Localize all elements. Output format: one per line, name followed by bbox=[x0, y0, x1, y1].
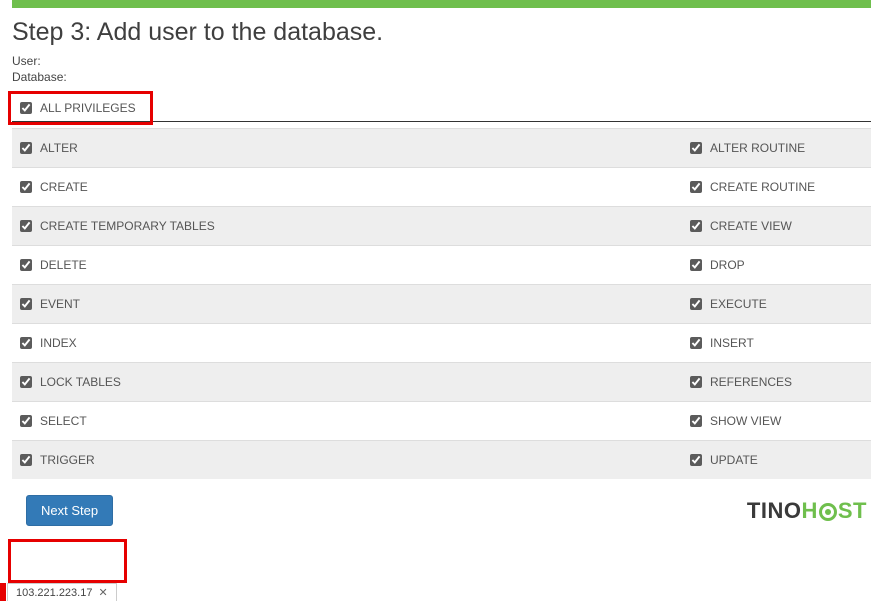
privilege-checkbox[interactable] bbox=[690, 454, 702, 466]
privileges-table: ALTERALTER ROUTINECREATECREATE ROUTINECR… bbox=[12, 128, 871, 479]
user-label: User: bbox=[12, 54, 41, 68]
privilege-checkbox[interactable] bbox=[690, 298, 702, 310]
page-title: Step 3: Add user to the database. bbox=[12, 18, 871, 47]
privilege-label: INSERT bbox=[710, 336, 754, 350]
privilege-cell-right: CREATE VIEW bbox=[682, 207, 871, 245]
privilege-label: SHOW VIEW bbox=[710, 414, 781, 428]
privilege-label: TRIGGER bbox=[40, 453, 95, 467]
privilege-cell-left: ALTER bbox=[12, 129, 682, 167]
privilege-label: REFERENCES bbox=[710, 375, 792, 389]
privilege-cell-right: ALTER ROUTINE bbox=[682, 129, 871, 167]
meta-block: User: Database: bbox=[12, 53, 871, 85]
privilege-checkbox[interactable] bbox=[690, 181, 702, 193]
privilege-label: DROP bbox=[710, 258, 745, 272]
brand-o-icon bbox=[819, 503, 837, 521]
privilege-cell-left: SELECT bbox=[12, 402, 682, 440]
privilege-cell-left: DELETE bbox=[12, 246, 682, 284]
table-row: DELETE DROP bbox=[12, 245, 871, 284]
close-icon[interactable]: ✕ bbox=[98, 586, 107, 599]
privilege-checkbox[interactable] bbox=[690, 376, 702, 388]
privilege-label: EVENT bbox=[40, 297, 80, 311]
table-row: ALTER ALTER ROUTINE bbox=[12, 128, 871, 167]
brand-st: ST bbox=[838, 498, 867, 524]
privilege-checkbox[interactable] bbox=[20, 181, 32, 193]
privilege-cell-right: SHOW VIEW bbox=[682, 402, 871, 440]
privilege-cell-left: EVENT bbox=[12, 285, 682, 323]
privilege-cell-right: CREATE ROUTINE bbox=[682, 168, 871, 206]
privilege-cell-right: UPDATE bbox=[682, 441, 871, 479]
status-ip-tab[interactable]: 103.221.223.17 ✕ bbox=[7, 583, 117, 601]
brand-h: H bbox=[801, 498, 817, 524]
privilege-checkbox[interactable] bbox=[690, 142, 702, 154]
brand-logo: TINO H ST bbox=[747, 498, 867, 524]
privilege-label: CREATE ROUTINE bbox=[710, 180, 815, 194]
next-step-button[interactable]: Next Step bbox=[26, 495, 113, 526]
privilege-cell-right: INSERT bbox=[682, 324, 871, 362]
database-label: Database: bbox=[12, 70, 67, 84]
brand-host: H ST bbox=[801, 498, 867, 524]
privilege-cell-right: REFERENCES bbox=[682, 363, 871, 401]
top-accent-bar bbox=[12, 0, 871, 8]
privilege-checkbox[interactable] bbox=[690, 220, 702, 232]
privilege-cell-left: TRIGGER bbox=[12, 441, 682, 479]
privilege-cell-left: CREATE bbox=[12, 168, 682, 206]
privilege-checkbox[interactable] bbox=[20, 337, 32, 349]
privilege-cell-right: EXECUTE bbox=[682, 285, 871, 323]
privilege-label: CREATE TEMPORARY TABLES bbox=[40, 219, 215, 233]
privilege-cell-right: DROP bbox=[682, 246, 871, 284]
page-content: Step 3: Add user to the database. User: … bbox=[0, 18, 883, 526]
privilege-checkbox[interactable] bbox=[20, 259, 32, 271]
privilege-label: SELECT bbox=[40, 414, 87, 428]
table-row: INDEX INSERT bbox=[12, 323, 871, 362]
privilege-checkbox[interactable] bbox=[690, 337, 702, 349]
all-privileges-row: ALL PRIVILEGES bbox=[12, 95, 871, 122]
status-ip-text: 103.221.223.17 bbox=[16, 587, 92, 599]
table-row: SELECT SHOW VIEW bbox=[12, 401, 871, 440]
privilege-checkbox[interactable] bbox=[20, 376, 32, 388]
table-row: CREATE TEMPORARY TABLES CREATE VIEW bbox=[12, 206, 871, 245]
privilege-label: LOCK TABLES bbox=[40, 375, 121, 389]
privilege-cell-left: CREATE TEMPORARY TABLES bbox=[12, 207, 682, 245]
privilege-label: INDEX bbox=[40, 336, 77, 350]
privilege-label: ALTER bbox=[40, 141, 78, 155]
table-row: TRIGGER UPDATE bbox=[12, 440, 871, 479]
privilege-checkbox[interactable] bbox=[690, 259, 702, 271]
privilege-cell-left: INDEX bbox=[12, 324, 682, 362]
status-red-notch bbox=[0, 583, 6, 601]
privilege-checkbox[interactable] bbox=[20, 220, 32, 232]
privilege-label: CREATE VIEW bbox=[710, 219, 792, 233]
privilege-label: EXECUTE bbox=[710, 297, 767, 311]
privilege-checkbox[interactable] bbox=[20, 415, 32, 427]
privilege-label: DELETE bbox=[40, 258, 87, 272]
all-privileges-label: ALL PRIVILEGES bbox=[40, 101, 136, 115]
footer-row: Next Step TINO H ST bbox=[12, 495, 871, 526]
privilege-label: CREATE bbox=[40, 180, 88, 194]
table-row: CREATE CREATE ROUTINE bbox=[12, 167, 871, 206]
highlight-next-step bbox=[8, 539, 127, 583]
table-row: LOCK TABLES REFERENCES bbox=[12, 362, 871, 401]
privilege-label: ALTER ROUTINE bbox=[710, 141, 805, 155]
privilege-label: UPDATE bbox=[710, 453, 758, 467]
all-privileges-checkbox[interactable] bbox=[20, 102, 32, 114]
table-row: EVENT EXECUTE bbox=[12, 284, 871, 323]
brand-tino: TINO bbox=[747, 498, 802, 524]
privilege-cell-left: LOCK TABLES bbox=[12, 363, 682, 401]
privilege-checkbox[interactable] bbox=[20, 298, 32, 310]
privilege-checkbox[interactable] bbox=[20, 454, 32, 466]
privilege-checkbox[interactable] bbox=[690, 415, 702, 427]
privilege-checkbox[interactable] bbox=[20, 142, 32, 154]
browser-status-bar: 103.221.223.17 ✕ bbox=[0, 583, 117, 601]
